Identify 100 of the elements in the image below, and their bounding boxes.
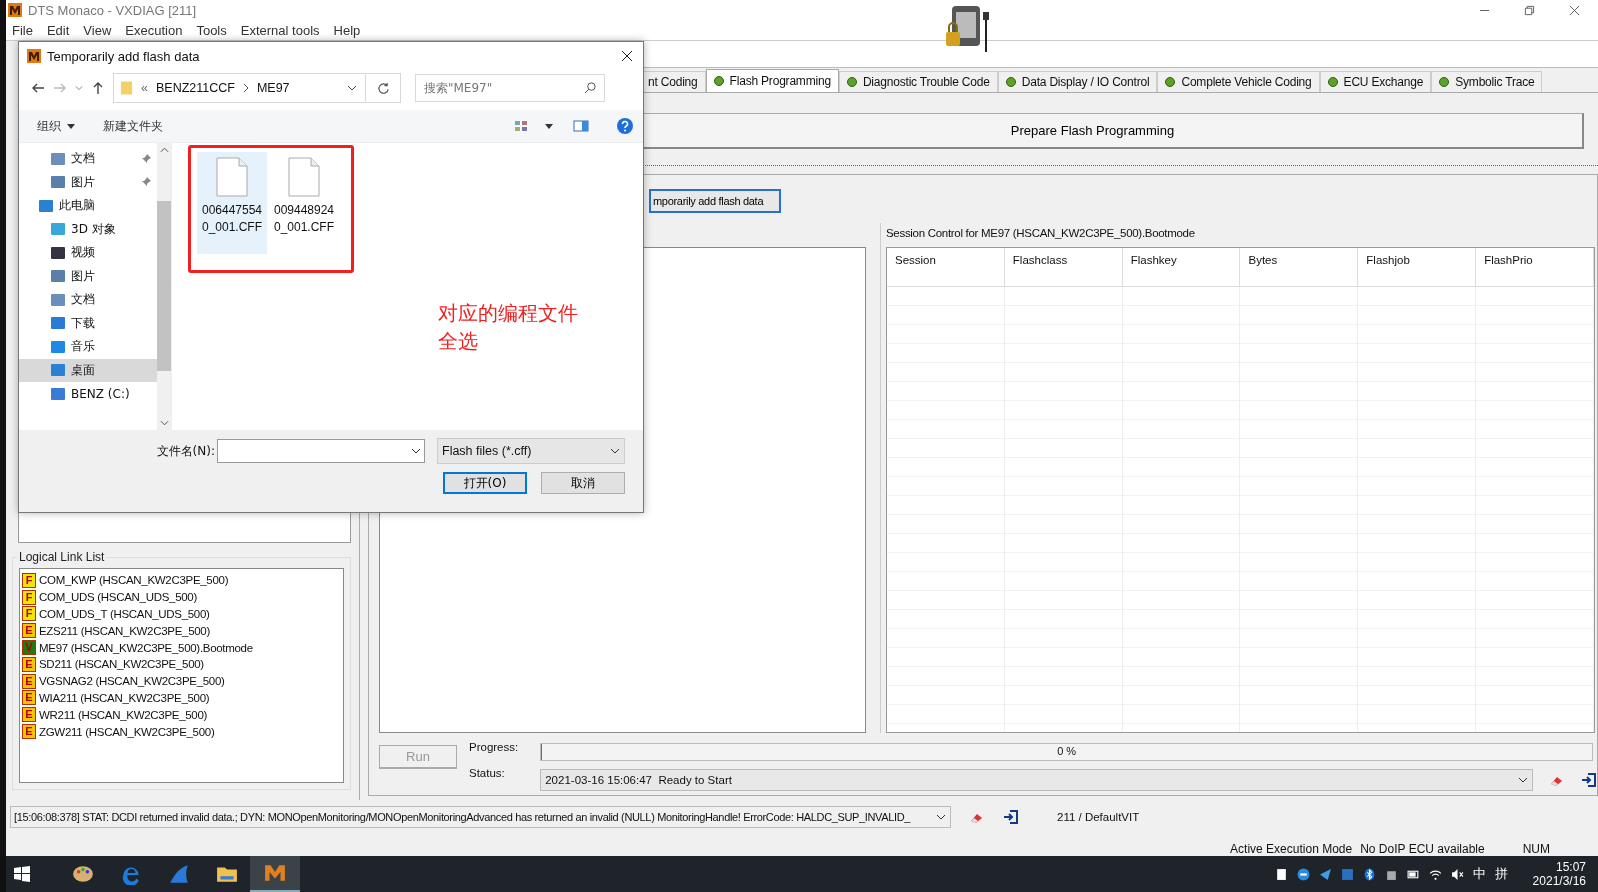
- close-icon[interactable]: [621, 50, 633, 62]
- nav-item[interactable]: 文档: [19, 288, 157, 312]
- link-item[interactable]: COM_UDS (HSCAN_UDS_500): [39, 591, 197, 604]
- up-icon[interactable]: [91, 81, 105, 95]
- tray-icon[interactable]: [1274, 867, 1288, 881]
- address-bar[interactable]: « BENZ211CCF ME97: [113, 73, 401, 103]
- exit-icon[interactable]: [1003, 809, 1019, 825]
- status-text: No DoIP ECU available: [1360, 842, 1485, 856]
- nav-item[interactable]: 此电脑: [19, 194, 157, 218]
- nav-item[interactable]: 图片: [19, 170, 157, 194]
- breadcrumb[interactable]: ME97: [256, 81, 290, 95]
- document-tile[interactable]: 0064475540_001.CFF: [197, 152, 267, 254]
- back-icon[interactable]: [31, 81, 45, 95]
- wifi-icon[interactable]: [1428, 867, 1442, 881]
- bluetooth-icon[interactable]: [1362, 867, 1376, 881]
- help-icon[interactable]: [617, 118, 633, 134]
- chevron-icon: [1518, 777, 1528, 783]
- link-item[interactable]: EZS211 (HSCAN_KW2C3PE_500): [39, 624, 210, 637]
- tab[interactable]: Data Display / IO Control: [997, 71, 1158, 92]
- breadcrumb[interactable]: BENZ211CCF: [155, 81, 235, 95]
- nav-icon: [51, 340, 65, 353]
- column-header[interactable]: Flashjob: [1358, 248, 1477, 286]
- app-logo-icon: [8, 3, 22, 17]
- chevron-icon: [411, 448, 421, 454]
- nav-item[interactable]: 文档: [19, 147, 157, 171]
- exit-icon[interactable]: [1581, 772, 1597, 788]
- chevron-icon: [936, 814, 946, 820]
- tab[interactable]: Symbolic Trace: [1431, 71, 1543, 92]
- nav-item[interactable]: 桌面: [19, 358, 157, 382]
- tray-icon[interactable]: [1296, 867, 1310, 881]
- input-mode[interactable]: 拼: [1494, 865, 1508, 883]
- scroll-down-icon[interactable]: [159, 420, 169, 426]
- status-dropdown[interactable]: 2021-03-16 15:06:47 Ready to Start: [540, 769, 1533, 791]
- clock-time[interactable]: 15:07: [1555, 860, 1586, 874]
- input-language[interactable]: 中: [1472, 865, 1486, 883]
- overflow-chevron[interactable]: «: [141, 81, 148, 95]
- open-button[interactable]: 打开(O): [443, 472, 527, 494]
- scrollbar-thumb[interactable]: [157, 201, 171, 371]
- log-dropdown[interactable]: [15:06:08:378] STAT: DCDI returned invalid data.; DYN: MONOpenMonitoring/MONOpenMonitoringAdvanced has returned an invalid (NULL) MonitoringHandle! ErrorCode: HALDC_SUP_INVALID_: [10, 806, 951, 828]
- link-item[interactable]: COM_KWP (HSCAN_KW2C3PE_500): [39, 574, 229, 587]
- link-item[interactable]: COM_UDS_T (HSCAN_UDS_500): [39, 608, 210, 620]
- tab[interactable]: ECU Exchange: [1319, 71, 1432, 92]
- add-flash-data-button[interactable]: mporarily add flash data: [649, 189, 781, 213]
- taskbar-app[interactable]: [250, 856, 300, 892]
- menu-item[interactable]: Help: [333, 22, 361, 38]
- link-badge: E: [22, 623, 36, 639]
- menu-item[interactable]: File: [12, 22, 33, 38]
- link-item[interactable]: ZGW211 (HSCAN_KW2C3PE_500): [39, 725, 215, 738]
- menu-item[interactable]: View: [83, 22, 112, 38]
- nav-icon: [51, 223, 65, 236]
- column-header[interactable]: Session: [887, 248, 1005, 286]
- new-folder-button[interactable]: 新建文件夹: [103, 117, 163, 135]
- restore-icon[interactable]: [1524, 4, 1535, 16]
- link-item[interactable]: SD211 (HSCAN_KW2C3PE_500): [39, 658, 204, 671]
- link-item[interactable]: ME97 (HSCAN_KW2C3PE_500).Bootmode: [39, 641, 253, 654]
- column-header[interactable]: FlashPrio: [1476, 248, 1594, 286]
- preview-pane-icon[interactable]: [573, 120, 589, 132]
- filename-field[interactable]: [217, 439, 425, 463]
- view-icon[interactable]: [513, 120, 529, 132]
- tab[interactable]: Complete Vehicle Coding: [1157, 71, 1320, 92]
- column-header[interactable]: Flashclass: [1004, 248, 1123, 286]
- nav-item[interactable]: BENZ (C:): [19, 382, 157, 406]
- link-item[interactable]: WIA211 (HSCAN_KW2C3PE_500): [39, 691, 210, 704]
- column-header[interactable]: Bytes: [1240, 248, 1359, 286]
- tab[interactable]: Diagnostic Trouble Code: [838, 71, 998, 92]
- clock-date[interactable]: 2021/3/16: [1532, 874, 1586, 888]
- cancel-button[interactable]: 取消: [541, 472, 625, 494]
- fin-icon: [168, 863, 190, 885]
- link-item[interactable]: VGSNAG2 (HSCAN_KW2C3PE_500): [39, 675, 225, 688]
- column-header[interactable]: Flashkey: [1122, 248, 1241, 286]
- scroll-up-icon[interactable]: [159, 147, 169, 153]
- start-icon[interactable]: [14, 866, 30, 882]
- nav-icon: [51, 176, 65, 189]
- link-badge: F: [22, 606, 36, 622]
- refresh-icon[interactable]: [376, 81, 390, 95]
- muted-speaker-icon[interactable]: [1450, 867, 1464, 881]
- menu-item[interactable]: Edit: [46, 22, 70, 38]
- menu-item[interactable]: Tools: [196, 22, 227, 38]
- nav-item[interactable]: 3D 对象: [19, 217, 157, 241]
- window-title: DTS Monaco - VXDIAG [211]: [28, 2, 197, 18]
- nav-item[interactable]: 下载: [19, 311, 157, 335]
- nav-icon: [51, 293, 65, 306]
- app-logo-icon: [264, 862, 286, 884]
- caret-icon[interactable]: [545, 123, 553, 129]
- link-badge: E: [22, 707, 36, 723]
- nav-item[interactable]: 视频: [19, 241, 157, 265]
- menu-item[interactable]: External tools: [240, 22, 320, 38]
- file-type-dropdown[interactable]: Flash files (*.cff): [437, 438, 625, 464]
- search-field[interactable]: 搜索"ME97": [415, 74, 605, 102]
- link-item[interactable]: WR211 (HSCAN_KW2C3PE_500): [39, 708, 208, 721]
- tab[interactable]: Flash Programming: [705, 69, 839, 92]
- caret-icon: [67, 123, 75, 129]
- nav-item[interactable]: 图片: [19, 264, 157, 288]
- nav-item[interactable]: 音乐: [19, 335, 157, 359]
- menu-item[interactable]: Execution: [125, 22, 183, 38]
- scrollbar[interactable]: [157, 143, 171, 430]
- chevron-icon[interactable]: [347, 85, 357, 91]
- document-tile[interactable]: 0094489240_001.CFF: [269, 152, 339, 254]
- organize-menu[interactable]: 组织: [37, 117, 75, 135]
- nav-icon: [51, 246, 65, 259]
